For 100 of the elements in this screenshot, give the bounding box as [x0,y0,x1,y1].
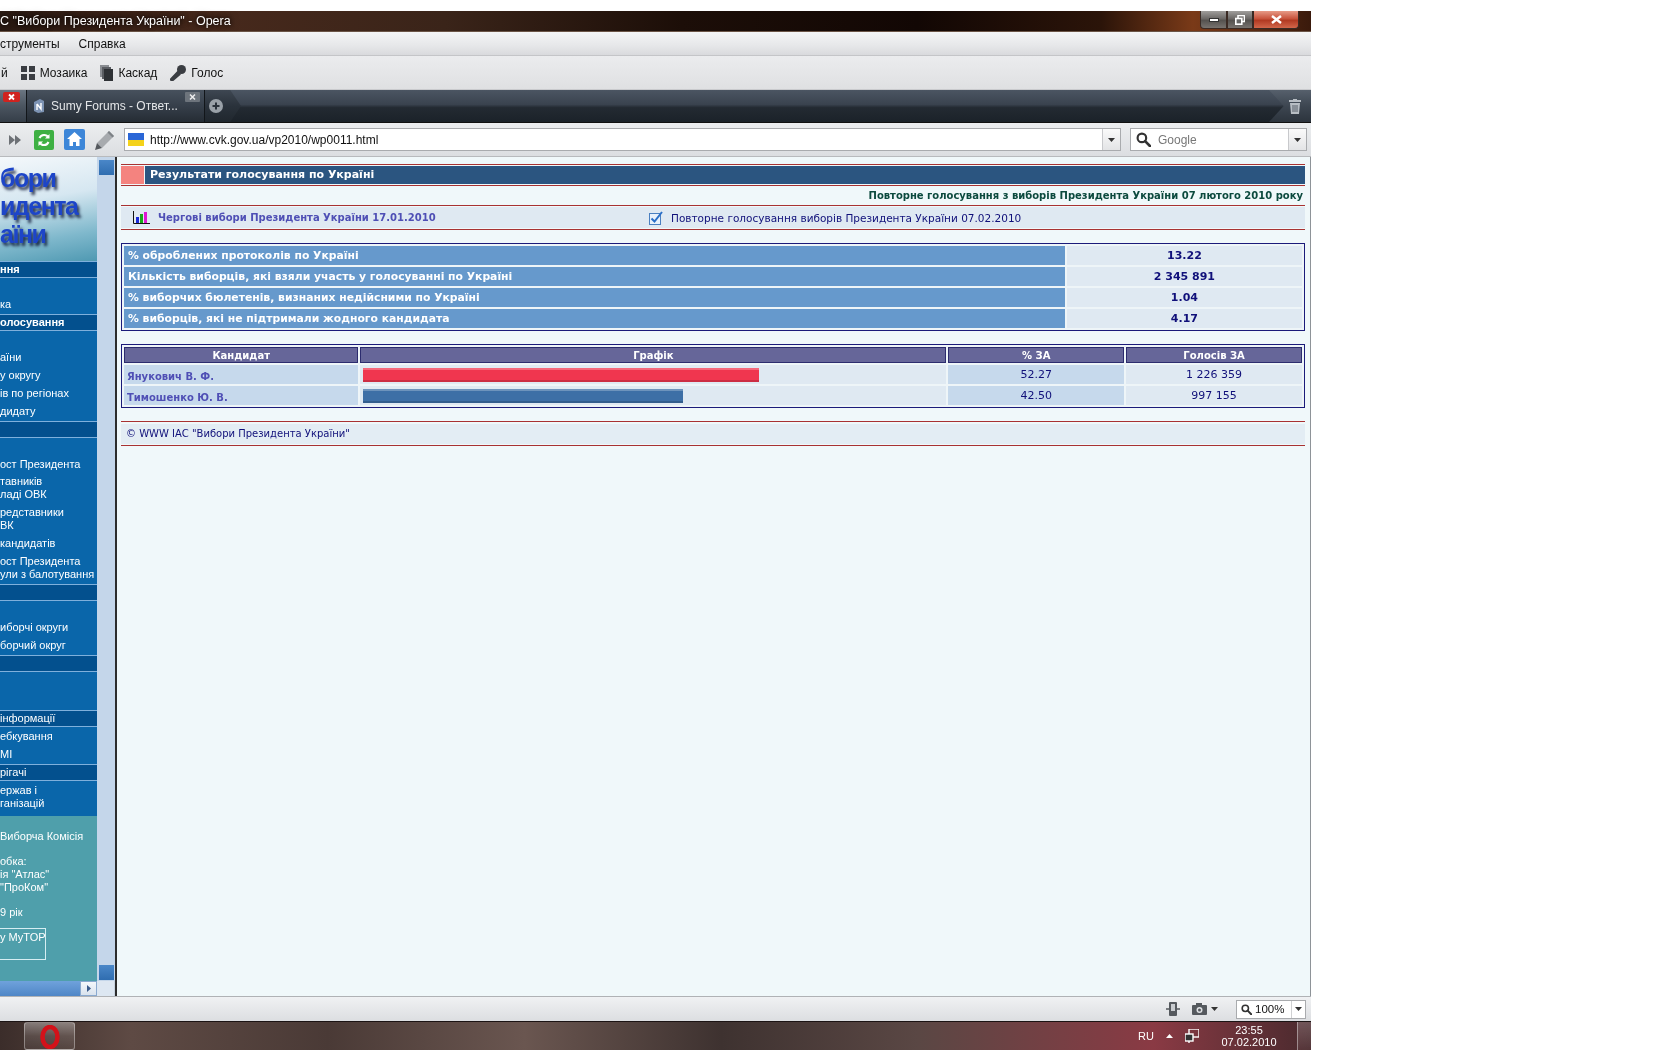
menu-item[interactable]: Справка [78,36,126,51]
sidebar-heading[interactable]: рігачі [0,763,97,781]
counter-banner[interactable]: у MyTOP [0,928,46,960]
copyright-text: © WWW ІАС "Вибори Президента України" [121,424,1305,444]
close-icon [1270,15,1282,24]
grid-icon [20,65,35,80]
reload-icon [33,129,54,150]
table-cell: 1 226 359 [1126,365,1302,384]
search-icon [1241,1003,1252,1015]
page-icon [33,99,45,113]
sidebar-heading: ння [0,261,97,278]
pen-button[interactable] [94,128,116,151]
table-cell: % оброблених протоколів по Україні [124,246,1065,265]
election-link[interactable]: Повторне голосування виборів Президента України 07.02.2010 [649,209,1022,226]
browser-tab[interactable] [0,90,27,122]
window-title: С "Вибори Президента України" - Opera [0,13,231,30]
sidebar-link[interactable]: ост Президента ули з балотування [0,553,97,584]
sidebar-link[interactable]: борчий округ [0,637,97,655]
toolbar-button[interactable]: Мозаика [19,60,89,85]
tray-expand-button[interactable] [1166,1034,1173,1038]
new-tab-button[interactable] [205,90,241,122]
scroll-thumb[interactable] [0,981,97,996]
network-icon [1185,1029,1199,1043]
column-header: Графік [360,347,947,363]
close-button[interactable] [1253,11,1299,29]
scroll-down-button[interactable] [98,965,114,980]
candidate-link[interactable]: Янукович В. Ф. [127,370,215,382]
candidate-link[interactable]: Тимошенко Ю. В. [127,391,228,403]
zoom-field[interactable]: 100% [1236,999,1306,1019]
restore-button[interactable] [1227,11,1253,29]
ring-icon [39,1025,60,1049]
reload-button[interactable] [33,128,54,151]
trash-icon [1289,98,1301,114]
scroll-up-button[interactable] [98,160,114,175]
table-cell: 4.17 [1066,309,1302,328]
marker-icon [121,166,144,184]
caret-icon [1211,1007,1218,1011]
address-bar[interactable]: http://www.cvk.gov.ua/vp2010/wp0011.html [124,128,1121,151]
sidebar-heading[interactable]: інформації [0,709,97,727]
toolbar-button[interactable]: й [0,60,9,85]
dropdown-button[interactable] [1288,129,1306,150]
pages-icon [100,64,114,81]
footer-text: Виборча Комісія [0,830,85,843]
sidebar-link[interactable]: ів по регіонах [0,384,97,402]
trash-button[interactable] [1269,90,1311,122]
sidebar-link[interactable]: дидату [0,402,97,420]
sidebar-link[interactable]: иборчі округи [0,619,97,637]
scroll-right-button[interactable] [80,981,97,996]
restore-icon [1235,14,1245,25]
pen-icon [95,129,115,150]
clock-date: 07.02.2010 [1221,1036,1277,1048]
panel-icon [1166,1002,1180,1016]
language-indicator[interactable]: RU [1138,1030,1154,1042]
close-icon [185,92,200,102]
caret-icon [1108,137,1115,142]
camera-button[interactable] [1190,1000,1220,1018]
checkbox-icon [649,210,663,225]
sidebar-link[interactable]: у округу [0,366,97,384]
sidebar-link[interactable]: ержав і ганізацій [0,781,97,812]
search-field[interactable]: Google [1158,131,1281,148]
home-button[interactable] [63,128,85,151]
table-cell: 13.22 [1066,246,1302,265]
sidebar-link[interactable]: тавників ладі ОВК [0,473,97,504]
footer-text: 9 рік [0,906,24,919]
show-desktop-button[interactable] [1297,1022,1311,1050]
sidebar-link[interactable]: МІ [0,745,97,763]
camera-icon [1192,1003,1207,1015]
browser-tab[interactable]: Sumy Forums - Ответ... [27,90,205,122]
table-cell: 42.50 [948,386,1125,405]
sidebar-link[interactable]: аїни [0,348,97,366]
toolbar-button[interactable]: Голос [169,60,225,85]
search-bar[interactable]: Google [1130,128,1307,151]
column-header: Голосів ЗА [1126,347,1302,363]
toolbar-button[interactable]: Каскад [99,60,159,85]
scrollbar-corner [97,981,114,996]
sidebar-link[interactable]: ебкування [0,727,97,745]
triangle-icon [86,985,91,992]
dropdown-button[interactable] [1102,129,1120,150]
footer-text: обка: ія "Атлас" "ПроКом" [0,855,51,894]
sidebar-link[interactable]: кандидатів [0,535,97,553]
sidebar-link[interactable]: ка [0,295,97,313]
table-cell: 1.04 [1066,288,1302,307]
close-icon [3,92,20,102]
sidebar-link[interactable]: ост Президента [0,455,97,473]
network-button[interactable] [1185,1029,1199,1043]
taskbar-button[interactable] [24,1022,75,1050]
address-field[interactable]: http://www.cvk.gov.ua/vp2010/wp0011.html [150,131,1096,148]
table-cell: % виборчих бюлетенів, визнаних недійсними по Україні [124,288,1065,307]
plus-icon [209,99,223,113]
bar-chart-icon [133,211,150,224]
sidebar-link[interactable]: редставники ВК [0,504,97,535]
page-title: Результати голосування по Україні [145,166,1305,184]
minimize-button[interactable] [1200,11,1227,29]
caret-icon [1295,1007,1302,1011]
flag-icon [128,133,144,146]
panel-button[interactable] [1164,1000,1182,1018]
menu-item[interactable]: струменты [0,36,60,51]
clock-time: 23:55 [1235,1024,1263,1036]
election-link[interactable]: Чергові вибори Президента України 17.01.2010 [133,209,436,226]
fast-forward-icon [9,134,21,145]
